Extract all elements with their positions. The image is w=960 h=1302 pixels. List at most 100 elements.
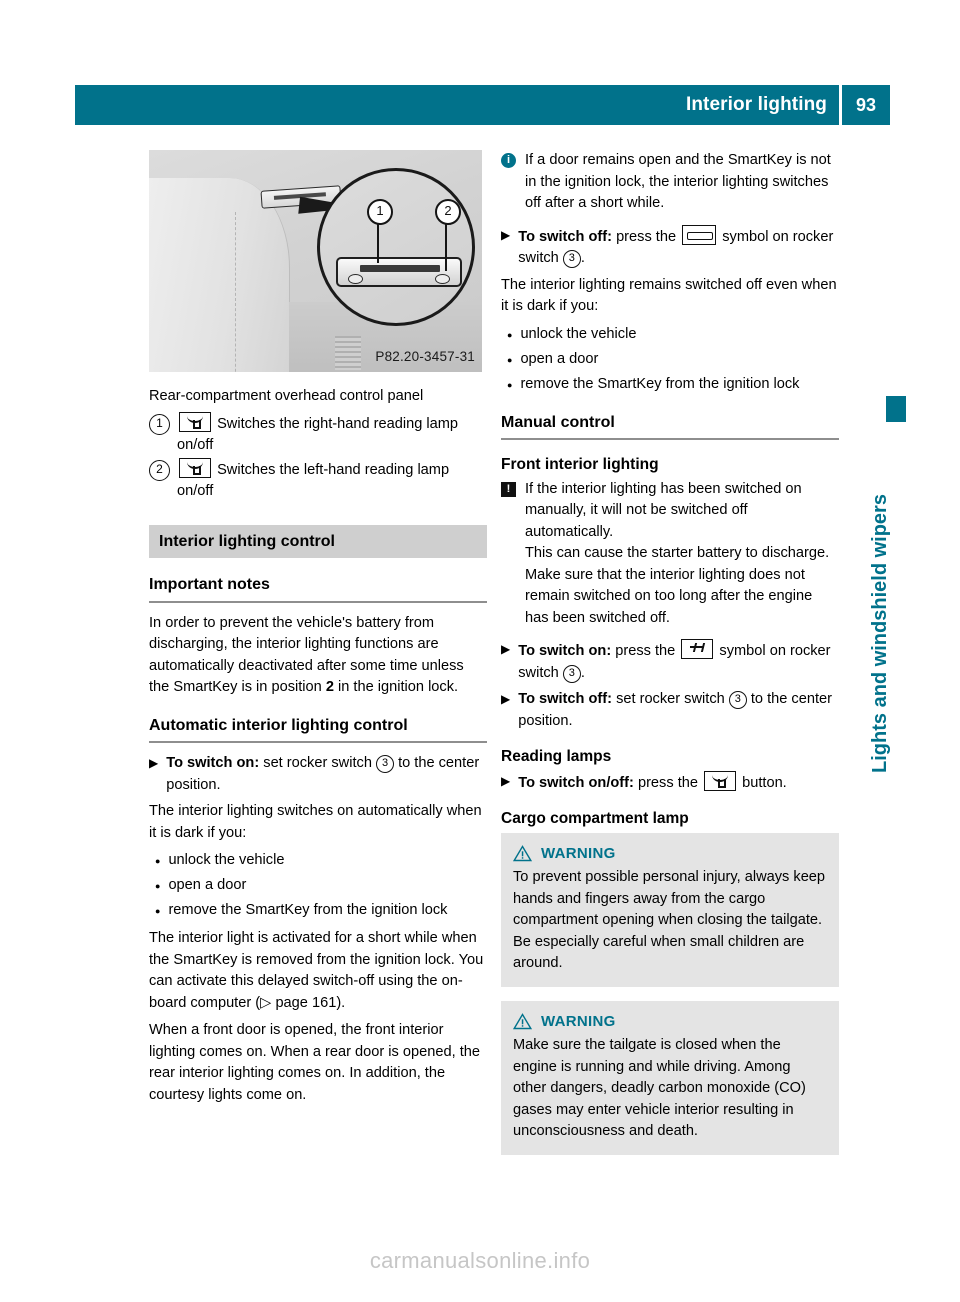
step-reading-text-b: button.	[742, 774, 787, 791]
step-arrow-icon: ▶	[501, 773, 511, 788]
heading-front-interior-lighting: Front interior lighting	[501, 456, 659, 473]
step-arrow-icon: ▶	[501, 227, 511, 242]
reading-lamp-icon	[179, 457, 211, 478]
heading-cargo-compartment-lamp: Cargo compartment lamp	[501, 810, 689, 827]
step-reading-lamps: ▶ To switch on/off: press the button.	[501, 770, 839, 795]
step-switch-off-body: To switch off: press the symbol on rocke…	[518, 224, 839, 270]
heading-important-notes: Important notes	[149, 574, 487, 603]
callout-1: 1	[367, 199, 393, 225]
heading-reading-lamps: Reading lamps	[501, 748, 612, 765]
right-column: i If a door remains open and the SmartKe…	[501, 150, 839, 1169]
legend-body-2: Switches the left-hand reading lamp on/o…	[177, 457, 487, 503]
warning-text-2: Make sure the tailgate is closed when th…	[513, 1037, 806, 1139]
list-item: ● remove the SmartKey from the ignition …	[149, 900, 487, 922]
lighting-off-icon	[682, 224, 717, 245]
callout-2: 2	[435, 199, 461, 225]
heading-automatic-interior-lighting-control: Automatic interior lighting control	[149, 715, 487, 743]
page-title: Interior lighting	[685, 94, 827, 115]
list-item: ● remove the SmartKey from the ignition …	[501, 374, 839, 396]
step-switch-off-period: .	[580, 250, 585, 266]
page-header: Interior lighting 93	[75, 85, 890, 125]
caution-note: ! If the interior lighting has been swit…	[501, 479, 839, 630]
door-opened-text: When a front door is opened, the front i…	[149, 1022, 480, 1103]
remains-off-bullet-1: unlock the vehicle	[520, 325, 637, 342]
air-vent-icon	[335, 336, 361, 370]
step-arrow-icon: ▶	[501, 692, 511, 706]
footer-watermark: carmanualsonline.info	[369, 1248, 591, 1273]
chapter-tab-marker	[886, 396, 906, 422]
page-number: 93	[855, 94, 877, 115]
warning-label-2: WARNING	[541, 1012, 616, 1030]
reading-lamp-icon	[704, 770, 737, 791]
warning-triangle-icon	[513, 844, 532, 861]
legend-item-2: 2 Switches the left-hand reading lamp on…	[149, 457, 487, 503]
list-item: ● open a door	[149, 875, 487, 897]
auto-bullet-2: open a door	[168, 877, 247, 893]
remains-off-bullet-2: open a door	[520, 350, 599, 367]
step-manual-switch-on: ▶ To switch on: press the symbol on rock…	[501, 639, 839, 684]
legend-text-2: Switches the left-hand reading lamp on/o…	[177, 461, 450, 500]
legend-item-1: 1 Switches the right-hand reading lamp o…	[149, 411, 487, 457]
remains-off-intro: The interior lighting remains switched o…	[501, 276, 837, 315]
auto-intro-text: The interior lighting switches on automa…	[149, 803, 482, 841]
legend-number-2: 2	[149, 459, 170, 481]
callout-1-line	[377, 221, 379, 263]
rocker-switch-ref: 3	[376, 755, 394, 773]
overhead-panel-detail	[336, 257, 462, 287]
reading-lamp-icon	[179, 411, 211, 432]
important-notes-text: In order to prevent the vehicle's batter…	[149, 613, 487, 699]
step-manual-on-label: To switch on:	[518, 643, 612, 659]
legend-text-1: Switches the right-hand reading lamp on/…	[177, 415, 458, 454]
overhead-control-panel-figure: 1 2 P82.20-3457-31	[149, 150, 482, 372]
warning-label-1: WARNING	[541, 844, 616, 862]
info-icon: i	[501, 153, 516, 168]
info-note: i If a door remains open and the SmartKe…	[501, 150, 839, 215]
zoom-detail-circle: 1 2	[317, 168, 475, 326]
section-band-interior-lighting-control: Interior lighting control	[149, 524, 487, 558]
step-reading-text-a: press the	[637, 774, 698, 791]
bullet-icon: ●	[507, 379, 513, 390]
step-manual-switch-on-body: To switch on: press the symbol on rocker…	[518, 639, 839, 684]
step-switch-on-text-a: set rocker switch	[263, 755, 372, 771]
info-note-body: If a door remains open and the SmartKey …	[525, 152, 831, 211]
step-switch-off-label: To switch off:	[518, 228, 612, 245]
delayed-switch-off-text: The interior light is activated for a sh…	[149, 930, 484, 1011]
step-arrow-icon: ▶	[501, 642, 511, 656]
chapter-tab: Lights and windshield wipers	[860, 437, 900, 857]
warning-header-1: WARNING	[513, 843, 827, 865]
page-reference: page 161	[275, 994, 337, 1011]
warning-triangle-icon	[513, 1012, 532, 1029]
rocker-switch-ref: 3	[562, 664, 581, 683]
bullet-icon: ●	[155, 856, 161, 866]
figure-caption: Rear-compartment overhead control panel	[149, 388, 424, 404]
seat-stitching	[235, 212, 237, 372]
step-manual-off-text-a: set rocker switch	[616, 691, 725, 707]
list-item: ● unlock the vehicle	[501, 324, 839, 346]
callout-2-line	[445, 221, 447, 271]
legend-number-1: 1	[149, 413, 170, 435]
step-arrow-icon: ▶	[149, 756, 159, 770]
caution-note-line-1: If the interior lighting has been switch…	[525, 480, 802, 540]
remains-off-bullet-3: remove the SmartKey from the ignition lo…	[520, 375, 800, 392]
step-switch-on-label: To switch on:	[166, 755, 260, 771]
auto-bullet-3: remove the SmartKey from the ignition lo…	[168, 902, 448, 918]
warning-box-1: WARNING To prevent possible personal inj…	[501, 832, 839, 987]
caution-note-line-3: Make sure that the interior lighting doe…	[525, 566, 813, 626]
legend-body-1: Switches the right-hand reading lamp on/…	[177, 411, 487, 457]
step-manual-switch-off-body: To switch off: set rocker switch 3 to th…	[518, 689, 839, 732]
lamp-slit	[360, 265, 440, 272]
header-title-block: Interior lighting	[75, 85, 839, 125]
warning-header-2: WARNING	[513, 1011, 827, 1033]
step-manual-switch-off: ▶ To switch off: set rocker switch 3 to …	[501, 689, 839, 732]
step-switch-off-text-a: press the	[616, 228, 677, 245]
step-switch-on: ▶ To switch on: set rocker switch 3 to t…	[149, 753, 487, 796]
step-switch-off: ▶ To switch off: press the symbol on roc…	[501, 224, 839, 270]
figure-code: P82.20-3457-31	[375, 348, 475, 364]
bullet-icon: ●	[155, 906, 161, 916]
header-page-block: 93	[842, 85, 890, 125]
bullet-icon: ●	[507, 354, 513, 365]
warning-box-2: WARNING Make sure the tailgate is closed…	[501, 1000, 839, 1155]
step-manual-off-label: To switch off:	[518, 691, 612, 707]
page-ref-icon: ▷	[260, 994, 272, 1011]
interior-lamp-icon	[681, 639, 714, 659]
